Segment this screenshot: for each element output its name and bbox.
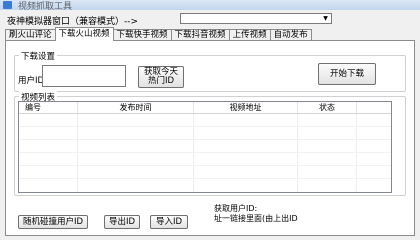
emulator-select[interactable]: ▼ <box>180 13 332 24</box>
column-header-status[interactable]: 状态 <box>298 102 357 113</box>
start-download-button[interactable]: 开始下载 <box>318 63 376 85</box>
download-settings-legend: 下载设置 <box>19 50 58 62</box>
grid-line <box>19 165 391 166</box>
get-hot-id-button[interactable]: 获取今天 热门ID <box>138 66 184 88</box>
chevron-down-icon[interactable]: ▼ <box>320 14 331 23</box>
video-list-header: 编号 发布时间 视频地址 状态 <box>19 102 391 114</box>
grid-line <box>19 139 391 140</box>
grid-line <box>19 178 391 179</box>
video-list[interactable]: 编号 发布时间 视频地址 状态 <box>18 101 392 193</box>
tab-panel: 下载设置 用户ID: 获取今天 热门ID 开始下载 视频列表 编号 发布时间 视… <box>5 40 415 236</box>
grid-line <box>19 126 391 127</box>
grid-line <box>19 152 391 153</box>
main-window: 夜神模拟器窗口（兼容模式）--> ▼ 刷火山评论 下载火山视频 下载快手视频 下… <box>0 10 420 240</box>
column-header-number[interactable]: 编号 <box>19 102 78 113</box>
import-id-button[interactable]: 导入ID <box>150 215 188 229</box>
get-user-id-hint: 址一链接里面(由上出ID <box>214 214 298 223</box>
tab-download-huoshan[interactable]: 下载火山视频 <box>54 27 114 41</box>
column-header-video-url[interactable]: 视频地址 <box>194 102 298 113</box>
export-id-button[interactable]: 导出ID <box>104 215 140 229</box>
column-header-publish-time[interactable]: 发布时间 <box>78 102 194 113</box>
app-icon <box>3 1 12 9</box>
random-user-id-button[interactable]: 随机碰撞用户ID <box>18 215 88 229</box>
emulator-label: 夜神模拟器窗口（兼容模式）--> <box>7 17 139 27</box>
tab-bar: 刷火山评论 下载火山视频 下载快手视频 下载抖音视频 上传视频 自动发布 <box>5 27 312 41</box>
user-id-input[interactable] <box>42 65 126 87</box>
